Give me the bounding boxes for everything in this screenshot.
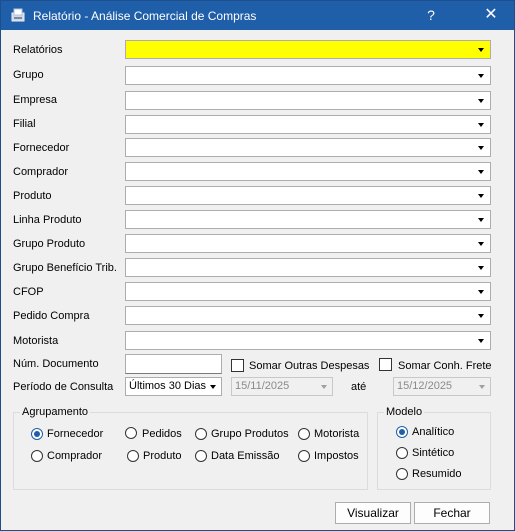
modelo-title: Modelo [384, 406, 425, 418]
cfop-label: CFOP [13, 286, 44, 298]
somar-frete-checkbox[interactable] [379, 358, 392, 371]
radio-data-emissao[interactable] [195, 450, 207, 462]
grupo-produto-label: Grupo Produto [13, 238, 86, 250]
agrupamento-group: Agrupamento Fornecedor Pedidos Grupo Pro… [13, 406, 368, 490]
help-button[interactable]: ? [417, 5, 445, 25]
periodo-selected: Últimos 30 Dias [129, 380, 207, 392]
end-date-picker[interactable]: 15/12/2025 [393, 377, 491, 396]
chevron-down-icon [478, 123, 484, 127]
motorista-label: Motorista [13, 335, 59, 347]
chevron-down-icon [478, 194, 484, 198]
grupo-label: Grupo [13, 69, 44, 81]
report-dialog: Relatório - Análise Comercial de Compras… [0, 0, 515, 531]
ate-label: até [351, 381, 367, 393]
radio-produto[interactable] [127, 450, 139, 462]
radio-resumido-label: Resumido [412, 468, 462, 480]
relatorios-combo[interactable] [125, 40, 491, 59]
radio-impostos[interactable] [298, 450, 310, 462]
chevron-down-icon [478, 266, 484, 270]
chevron-down-icon [478, 170, 484, 174]
grupo-beneficio-label: Grupo Benefício Trib. [13, 262, 117, 274]
end-date-value: 15/12/2025 [397, 380, 453, 392]
periodo-label: Período de Consulta [13, 381, 114, 393]
motorista-combo[interactable] [125, 331, 491, 350]
agrupamento-title: Agrupamento [20, 406, 91, 418]
radio-fornecedor-label: Fornecedor [47, 428, 104, 440]
chevron-down-icon [479, 385, 485, 389]
radio-grupo-produtos[interactable] [195, 428, 207, 440]
radio-sintetico-label: Sintético [412, 447, 455, 459]
periodo-select[interactable]: Últimos 30 Dias [125, 377, 222, 396]
num-documento-input[interactable] [125, 354, 222, 374]
radio-data-emissao-label: Data Emissão [211, 450, 280, 462]
visualizar-button[interactable]: Visualizar [335, 502, 411, 524]
modelo-group: Modelo Analítico Sintético Resumido [377, 406, 491, 490]
chevron-down-icon [478, 218, 484, 222]
comprador-label: Comprador [13, 166, 69, 178]
radio-grupo-produtos-label: Grupo Produtos [211, 428, 289, 440]
somar-outras-label: Somar Outras Despesas [249, 360, 370, 372]
fechar-button[interactable]: Fechar [414, 502, 490, 524]
grupo-combo[interactable] [125, 66, 491, 85]
window-title: Relatório - Análise Comercial de Compras [33, 9, 257, 23]
chevron-down-icon [478, 242, 484, 246]
radio-resumido[interactable] [396, 468, 408, 480]
chevron-down-icon [478, 290, 484, 294]
radio-pedidos[interactable] [125, 427, 137, 439]
pedido-compra-label: Pedido Compra [13, 310, 90, 322]
produto-label: Produto [13, 190, 52, 202]
radio-analitico[interactable] [396, 426, 408, 438]
num-documento-label: Núm. Documento [13, 358, 99, 370]
comprador-combo[interactable] [125, 162, 491, 181]
linha-produto-combo[interactable] [125, 210, 491, 229]
chevron-down-icon [321, 385, 327, 389]
start-date-picker[interactable]: 15/11/2025 [231, 377, 333, 396]
filial-combo[interactable] [125, 115, 491, 134]
radio-motorista-label: Motorista [314, 428, 360, 440]
radio-sintetico[interactable] [396, 447, 408, 459]
chevron-down-icon [478, 146, 484, 150]
empresa-label: Empresa [13, 94, 58, 106]
dialog-body: Relatórios Grupo Empresa Filial Forneced… [1, 30, 514, 530]
chevron-down-icon [210, 385, 216, 389]
linha-produto-label: Linha Produto [13, 214, 82, 226]
radio-motorista[interactable] [298, 428, 310, 440]
radio-pedidos-label: Pedidos [142, 428, 182, 440]
radio-fornecedor[interactable] [31, 428, 43, 440]
pedido-compra-combo[interactable] [125, 306, 491, 325]
radio-analitico-label: Analítico [412, 426, 455, 438]
app-icon [11, 8, 25, 22]
radio-comprador[interactable] [31, 450, 43, 462]
filial-label: Filial [13, 118, 36, 130]
fornecedor-combo[interactable] [125, 138, 491, 157]
cfop-combo[interactable] [125, 282, 491, 301]
chevron-down-icon [478, 339, 484, 343]
chevron-down-icon [478, 48, 484, 52]
close-button[interactable]: ✕ [477, 5, 505, 25]
radio-produto-label: Produto [143, 450, 182, 462]
somar-outras-checkbox[interactable] [231, 359, 244, 372]
fornecedor-label: Fornecedor [13, 142, 70, 154]
chevron-down-icon [478, 314, 484, 318]
relatorios-label: Relatórios [13, 44, 63, 56]
title-bar: Relatório - Análise Comercial de Compras… [1, 1, 514, 30]
radio-impostos-label: Impostos [314, 450, 359, 462]
radio-comprador-label: Comprador [47, 450, 103, 462]
chevron-down-icon [478, 99, 484, 103]
empresa-combo[interactable] [125, 91, 491, 110]
chevron-down-icon [478, 74, 484, 78]
grupo-beneficio-combo[interactable] [125, 258, 491, 277]
start-date-value: 15/11/2025 [235, 380, 290, 392]
grupo-produto-combo[interactable] [125, 234, 491, 253]
produto-combo[interactable] [125, 186, 491, 205]
somar-frete-label: Somar Conh. Frete [398, 360, 492, 372]
